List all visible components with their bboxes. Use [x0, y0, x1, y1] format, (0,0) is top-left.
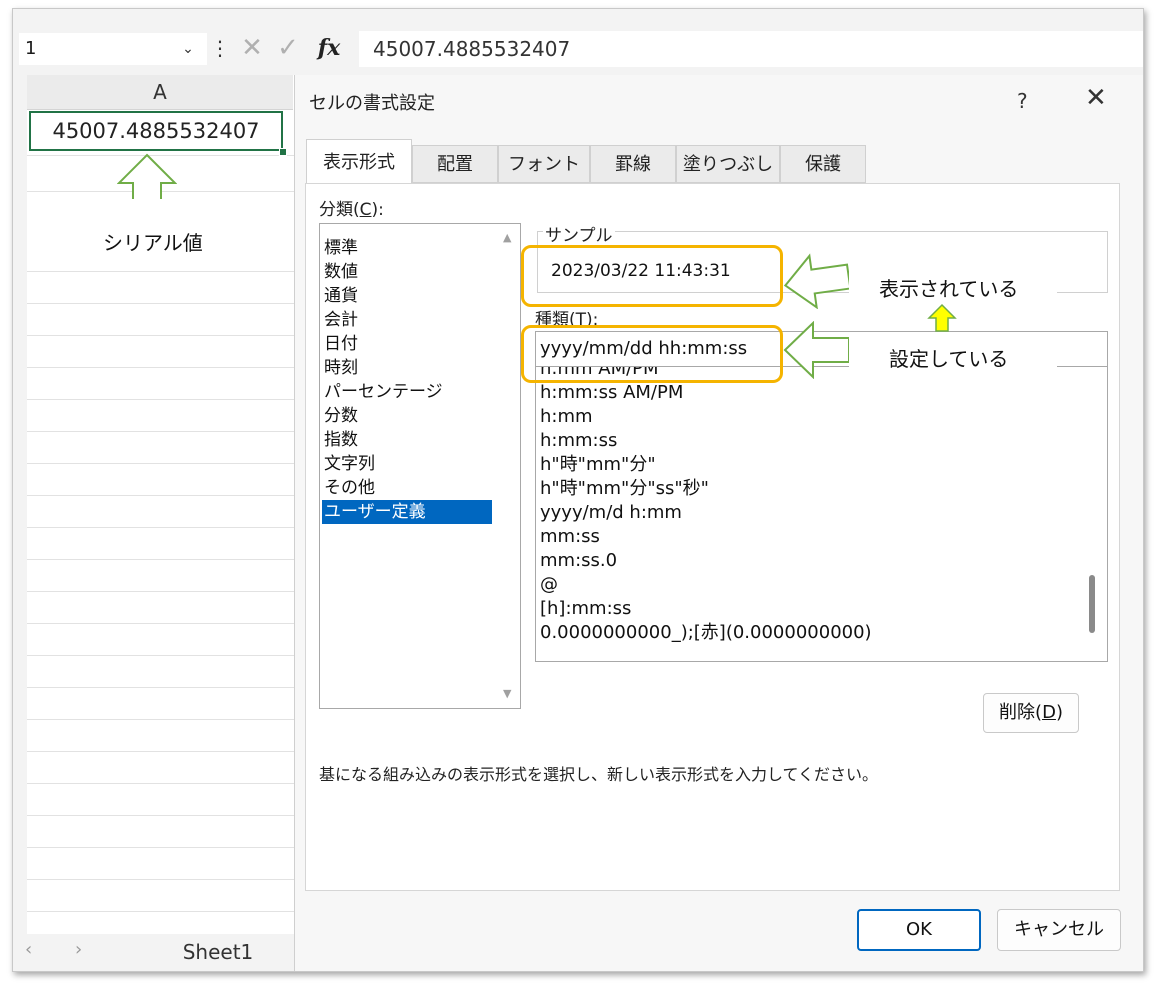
sample-label: サンプル	[543, 221, 615, 246]
category-item[interactable]: 数値	[322, 260, 492, 284]
enter-check-icon[interactable]: ✓	[273, 31, 303, 65]
category-item[interactable]: 時刻	[322, 356, 492, 380]
type-highlight-box	[521, 325, 783, 383]
category-listbox[interactable]: 標準 数値 通貨 会計 日付 時刻 パーセンテージ 分数 指数 文字列 その他 …	[319, 223, 521, 709]
category-item[interactable]: 標準	[322, 236, 492, 260]
insert-function-icon[interactable]: fx	[309, 31, 349, 65]
cell-a1[interactable]: 45007.4885532407	[29, 111, 283, 151]
formula-input[interactable]: 45007.4885532407	[359, 31, 1143, 67]
scroll-down-icon[interactable]: ▼	[503, 687, 511, 700]
category-item[interactable]: 日付	[322, 332, 492, 356]
chevron-down-icon[interactable]: ⌄	[176, 33, 200, 65]
format-item[interactable]: mm:ss.0	[540, 549, 617, 573]
format-item[interactable]: h:mm:ss AM/PM	[540, 381, 683, 405]
category-item-selected[interactable]: ユーザー定義	[322, 500, 492, 524]
category-label: 分類(C):	[319, 200, 384, 220]
description-text: 基になる組み込みの表示形式を選択し、新しい表示形式を入力してください。	[319, 765, 879, 784]
format-item[interactable]: 0.0000000000_);[赤](0.0000000000)	[540, 621, 872, 645]
format-listbox[interactable]: h:mm AM/PM h:mm:ss AM/PM h:mm h:mm:ss h"…	[535, 367, 1108, 662]
help-icon[interactable]: ?	[1017, 89, 1028, 113]
tab-font[interactable]: フォント	[498, 145, 590, 183]
more-vertical-icon[interactable]: ⋮	[209, 33, 231, 65]
category-scrollbar[interactable]: ▲ ▼	[497, 225, 519, 707]
format-item[interactable]: @	[540, 573, 558, 597]
tab-fill[interactable]: 塗りつぶし	[676, 145, 780, 183]
category-item[interactable]: 分数	[322, 404, 492, 428]
column-header-a[interactable]: A	[27, 75, 293, 110]
sample-highlight-box	[521, 245, 783, 307]
configured-annotation: 設定している	[889, 349, 1009, 371]
category-item[interactable]: 会計	[322, 308, 492, 332]
up-arrow-icon	[927, 303, 957, 332]
format-item[interactable]: yyyy/m/d h:mm	[540, 501, 682, 525]
format-item[interactable]: h"時"mm"分"ss"秒"	[540, 477, 709, 501]
close-icon[interactable]: ✕	[1085, 83, 1107, 113]
category-item[interactable]: その他	[322, 476, 492, 500]
cancel-button[interactable]: キャンセル	[997, 909, 1121, 951]
fill-handle[interactable]	[279, 148, 287, 156]
format-item[interactable]: h:mm	[540, 405, 593, 429]
category-item[interactable]: 文字列	[322, 452, 492, 476]
excel-window: 1 ⌄ ⋮ ✕ ✓ fx 45007.4885532407 A 45007.48…	[12, 8, 1144, 972]
tab-alignment[interactable]: 配置	[412, 145, 498, 183]
format-item[interactable]: mm:ss	[540, 525, 600, 549]
left-arrow-icon	[783, 321, 850, 379]
serial-value-annotation: シリアル値	[103, 233, 203, 255]
tab-number[interactable]: 表示形式	[306, 139, 412, 185]
tab-protection[interactable]: 保護	[780, 145, 866, 183]
left-arrow-icon	[783, 253, 852, 309]
format-item[interactable]: h"時"mm"分"	[540, 453, 656, 477]
delete-button[interactable]: 削除(D)	[983, 693, 1079, 733]
ok-button[interactable]: OK	[857, 909, 981, 951]
tab-nav-prev-icon[interactable]: ‹	[25, 939, 32, 960]
cancel-entry-icon[interactable]: ✕	[237, 31, 267, 65]
category-item[interactable]: 通貨	[322, 284, 492, 308]
tab-border[interactable]: 罫線	[590, 145, 676, 183]
format-scroll-thumb[interactable]	[1089, 575, 1095, 633]
format-item[interactable]: [h]:mm:ss	[540, 597, 631, 621]
dialog-title: セルの書式設定	[309, 93, 435, 114]
displayed-annotation: 表示されている	[879, 279, 1019, 301]
sheet-tab-sheet1[interactable]: Sheet1	[163, 933, 273, 971]
format-item[interactable]: h:mm:ss	[540, 429, 617, 453]
category-item[interactable]: 指数	[322, 428, 492, 452]
tab-nav-next-icon[interactable]: ›	[75, 939, 82, 960]
scroll-up-icon[interactable]: ▲	[503, 231, 511, 244]
category-item[interactable]: パーセンテージ	[322, 380, 492, 404]
